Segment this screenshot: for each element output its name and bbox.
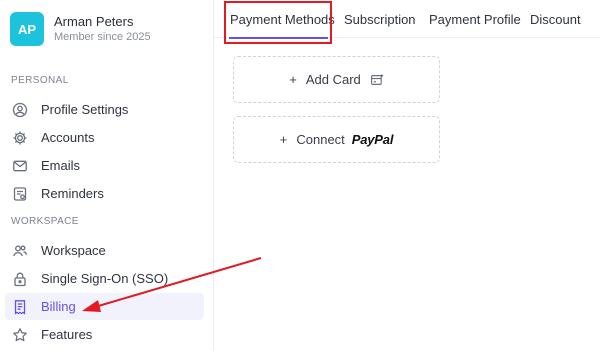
sidebar-item-emails[interactable]: Emails xyxy=(5,152,204,179)
section-label-workspace: WORKSPACE xyxy=(11,216,79,227)
sidebar-item-label: Reminders xyxy=(41,186,104,201)
user-circle-icon xyxy=(11,101,29,119)
sidebar-item-label: Workspace xyxy=(41,243,106,258)
connect-paypal-button[interactable]: + Connect PayPal xyxy=(233,116,440,163)
sidebar-item-reminders[interactable]: Reminders xyxy=(5,180,204,207)
receipt-icon xyxy=(11,298,29,316)
sidebar-item-features[interactable]: Features xyxy=(5,321,204,348)
users-icon xyxy=(11,242,29,260)
section-label-personal: PERSONAL xyxy=(11,75,69,86)
sidebar-item-label: Features xyxy=(41,327,93,342)
profile-header[interactable]: AP Arman Peters Member since 2025 xyxy=(10,12,151,46)
sidebar-item-label: Profile Settings xyxy=(41,102,129,117)
sidebar-item-billing[interactable]: Billing xyxy=(5,293,204,320)
sidebar-item-label: Billing xyxy=(41,299,76,314)
sidebar-item-profile-settings[interactable]: Profile Settings xyxy=(5,96,204,123)
profile-name: Arman Peters xyxy=(54,14,134,29)
tab-payment-profile[interactable]: Payment Profile xyxy=(429,12,521,27)
connect-label: Connect xyxy=(296,132,345,147)
avatar: AP xyxy=(10,12,44,46)
settings-icon xyxy=(11,129,29,147)
reminder-icon xyxy=(11,185,29,203)
sidebar-item-label: Emails xyxy=(41,158,81,173)
plus-icon: + xyxy=(289,72,297,87)
add-card-button[interactable]: + Add Card xyxy=(233,56,440,103)
add-card-label: Add Card xyxy=(305,72,361,87)
paypal-logo: PayPal xyxy=(351,132,394,147)
sidebar-item-label: Accounts xyxy=(41,130,95,145)
sidebar: AP Arman Peters Member since 2025 PERSON… xyxy=(0,0,214,351)
tab-subscription[interactable]: Subscription xyxy=(344,12,416,27)
sidebar-item-accounts[interactable]: Accounts xyxy=(5,124,204,151)
plus-icon: + xyxy=(279,132,288,147)
sidebar-item-sso[interactable]: Single Sign-On (SSO) xyxy=(5,265,204,292)
annotation-highlight-box xyxy=(224,1,332,44)
card-icon xyxy=(370,73,384,87)
sidebar-item-workspace[interactable]: Workspace xyxy=(5,237,204,264)
lock-icon xyxy=(11,270,29,288)
star-icon xyxy=(11,326,29,344)
mail-icon xyxy=(11,157,29,175)
tab-discount[interactable]: Discount xyxy=(530,12,581,27)
profile-subtitle: Member since 2025 xyxy=(54,31,151,43)
sidebar-item-label: Single Sign-On (SSO) xyxy=(41,271,169,286)
